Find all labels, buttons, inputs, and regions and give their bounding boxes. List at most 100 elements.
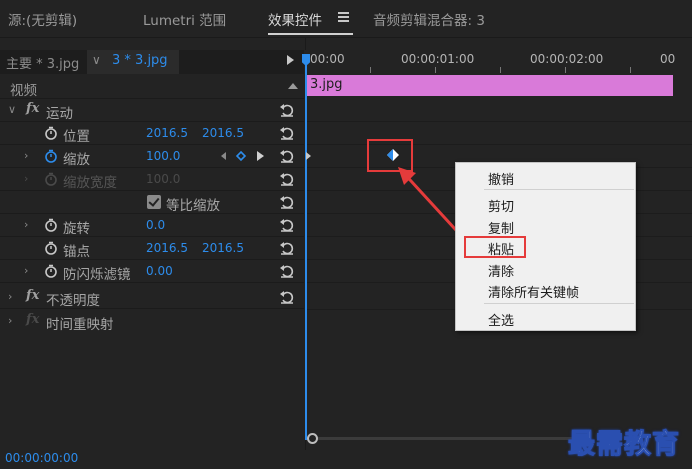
fx-icon[interactable]: fx bbox=[26, 101, 39, 116]
reset-icon[interactable] bbox=[279, 102, 295, 118]
reset-icon[interactable] bbox=[279, 125, 295, 141]
timecode-label: 00:00 bbox=[310, 52, 345, 66]
master-clip-label[interactable]: 主要 * 3.jpg bbox=[6, 53, 79, 72]
scale-width-value: 100.0 bbox=[146, 172, 181, 186]
stopwatch-icon bbox=[45, 172, 57, 186]
watermark-logo: 最需教育 bbox=[568, 429, 680, 461]
stopwatch-icon[interactable] bbox=[44, 264, 58, 278]
fx-icon: fx bbox=[26, 312, 40, 327]
current-timecode[interactable]: 00:00:00:00 bbox=[5, 451, 78, 465]
expand-arrow-icon[interactable]: › bbox=[8, 314, 12, 327]
timecode-label: 00:00:02:00 bbox=[530, 52, 604, 66]
keyframe-diamond-icon[interactable] bbox=[387, 149, 399, 161]
menu-item-select-all[interactable]: 全选 bbox=[488, 310, 514, 329]
stopwatch-icon[interactable] bbox=[44, 241, 58, 255]
anti-flicker-label: 防闪烁滤镜 bbox=[63, 267, 131, 283]
expand-arrow-icon[interactable]: › bbox=[8, 290, 12, 303]
time-ruler[interactable] bbox=[305, 50, 692, 74]
uniform-scale-label: 等比缩放 bbox=[166, 198, 220, 214]
expand-arrow-icon: › bbox=[24, 172, 29, 185]
paste-highlight-box bbox=[464, 236, 526, 258]
anchor-x-value[interactable]: 2016.5 bbox=[146, 241, 188, 255]
scroll-up-arrow-icon[interactable] bbox=[288, 83, 298, 89]
play-triangle-icon[interactable] bbox=[287, 55, 294, 65]
stopwatch-icon[interactable] bbox=[44, 218, 58, 232]
playhead-line[interactable] bbox=[305, 54, 307, 440]
ruler-tick bbox=[500, 67, 501, 73]
video-section-label: 视频 bbox=[10, 83, 37, 99]
sequence-clip-label: 3 * 3.jpg bbox=[112, 53, 168, 68]
ruler-tick bbox=[630, 67, 631, 73]
timecode-label: 00 bbox=[660, 52, 676, 66]
track-divider bbox=[306, 121, 692, 122]
scrollbar-track[interactable] bbox=[318, 437, 578, 440]
tab-source[interactable]: 源:(无剪辑) bbox=[8, 9, 77, 29]
property-row-rotation: › 旋转 0.0 bbox=[0, 214, 304, 237]
scale-value[interactable]: 100.0 bbox=[146, 149, 180, 163]
keyframe-marker-icon[interactable] bbox=[306, 152, 312, 160]
property-row-scale-width: › 缩放宽度 100.0 bbox=[0, 168, 304, 191]
property-row-anti-flicker: › 防闪烁滤镜 0.00 bbox=[0, 260, 304, 283]
rotation-label: 旋转 bbox=[63, 221, 90, 237]
uniform-scale-checkbox[interactable] bbox=[147, 195, 161, 209]
panel-menu-icon[interactable] bbox=[338, 12, 349, 22]
reset-icon[interactable] bbox=[279, 217, 295, 233]
menu-item-clear-all-keyframes[interactable]: 清除所有关键帧 bbox=[488, 282, 579, 301]
reset-icon[interactable] bbox=[279, 289, 295, 305]
expand-arrow-icon[interactable]: › bbox=[24, 218, 28, 231]
reset-icon[interactable] bbox=[279, 263, 295, 279]
anti-flicker-value[interactable]: 0.00 bbox=[146, 264, 173, 278]
stopwatch-active-icon[interactable] bbox=[44, 149, 58, 163]
effect-row-opacity[interactable]: › fx 不透明度 bbox=[0, 286, 304, 309]
motion-label: 运动 bbox=[46, 106, 73, 122]
reset-icon[interactable] bbox=[279, 148, 295, 164]
active-tab-indicator bbox=[268, 33, 353, 35]
tab-effect-controls[interactable]: 效果控件 bbox=[268, 9, 322, 29]
fx-icon[interactable]: fx bbox=[26, 288, 39, 303]
ruler-tick bbox=[435, 67, 436, 73]
tab-lumetri-scopes[interactable]: Lumetri 范围 bbox=[143, 9, 226, 29]
property-row-scale: › 缩放 100.0 bbox=[0, 145, 304, 168]
keyframe-navigator[interactable] bbox=[220, 149, 268, 163]
menu-item-copy[interactable]: 复制 bbox=[488, 218, 514, 237]
scale-label: 缩放 bbox=[63, 152, 90, 168]
expand-arrow-icon[interactable]: › bbox=[24, 264, 28, 277]
menu-item-undo[interactable]: 撤销 bbox=[488, 169, 514, 188]
position-x-value[interactable]: 2016.5 bbox=[146, 126, 188, 140]
time-remapping-label: 时间重映射 bbox=[46, 317, 114, 333]
chevron-down-icon: ∨ bbox=[92, 53, 101, 67]
stopwatch-icon[interactable] bbox=[44, 126, 58, 140]
menu-item-cut[interactable]: 剪切 bbox=[488, 196, 514, 215]
tab-audio-clip-mixer[interactable]: 音频剪辑混合器: 3 bbox=[373, 9, 485, 29]
opacity-label: 不透明度 bbox=[46, 293, 100, 309]
reset-icon[interactable] bbox=[279, 240, 295, 256]
ruler-tick bbox=[565, 67, 566, 73]
expand-arrow-icon[interactable]: › bbox=[24, 149, 28, 162]
rotation-value[interactable]: 0.0 bbox=[146, 218, 165, 232]
reset-icon[interactable] bbox=[279, 171, 295, 187]
track-divider bbox=[306, 144, 692, 145]
effect-row-time-remapping[interactable]: › fx 时间重映射 bbox=[0, 310, 304, 333]
position-label: 位置 bbox=[63, 129, 90, 145]
anchor-y-value[interactable]: 2016.5 bbox=[202, 241, 244, 255]
menu-separator bbox=[484, 303, 634, 304]
clip-name: 3.jpg bbox=[310, 77, 343, 92]
timeline-clip[interactable]: 3.jpg bbox=[307, 75, 673, 96]
scale-width-label: 缩放宽度 bbox=[63, 175, 117, 191]
reset-icon[interactable] bbox=[279, 194, 295, 210]
sequence-clip-selector[interactable]: ∨ 3 * 3.jpg bbox=[87, 50, 179, 74]
scrollbar-handle[interactable] bbox=[307, 433, 318, 444]
ruler-tick bbox=[370, 67, 371, 73]
anchor-label: 锚点 bbox=[63, 244, 90, 260]
menu-item-clear[interactable]: 清除 bbox=[488, 261, 514, 280]
timecode-label: 00:00:01:00 bbox=[401, 52, 475, 66]
property-row-anchor: 锚点 2016.5 2016.5 bbox=[0, 237, 304, 260]
effect-row-motion[interactable]: ∨ fx 运动 bbox=[0, 99, 304, 122]
video-section-header: 视频 bbox=[0, 76, 304, 99]
property-row-uniform-scale: 等比缩放 bbox=[0, 191, 304, 214]
property-row-position: 位置 2016.5 2016.5 bbox=[0, 122, 304, 145]
menu-separator bbox=[484, 189, 634, 190]
position-y-value[interactable]: 2016.5 bbox=[202, 126, 244, 140]
expand-arrow-icon[interactable]: ∨ bbox=[8, 103, 16, 116]
panel-tab-bar: 源:(无剪辑) Lumetri 范围 效果控件 音频剪辑混合器: 3 bbox=[0, 0, 692, 38]
